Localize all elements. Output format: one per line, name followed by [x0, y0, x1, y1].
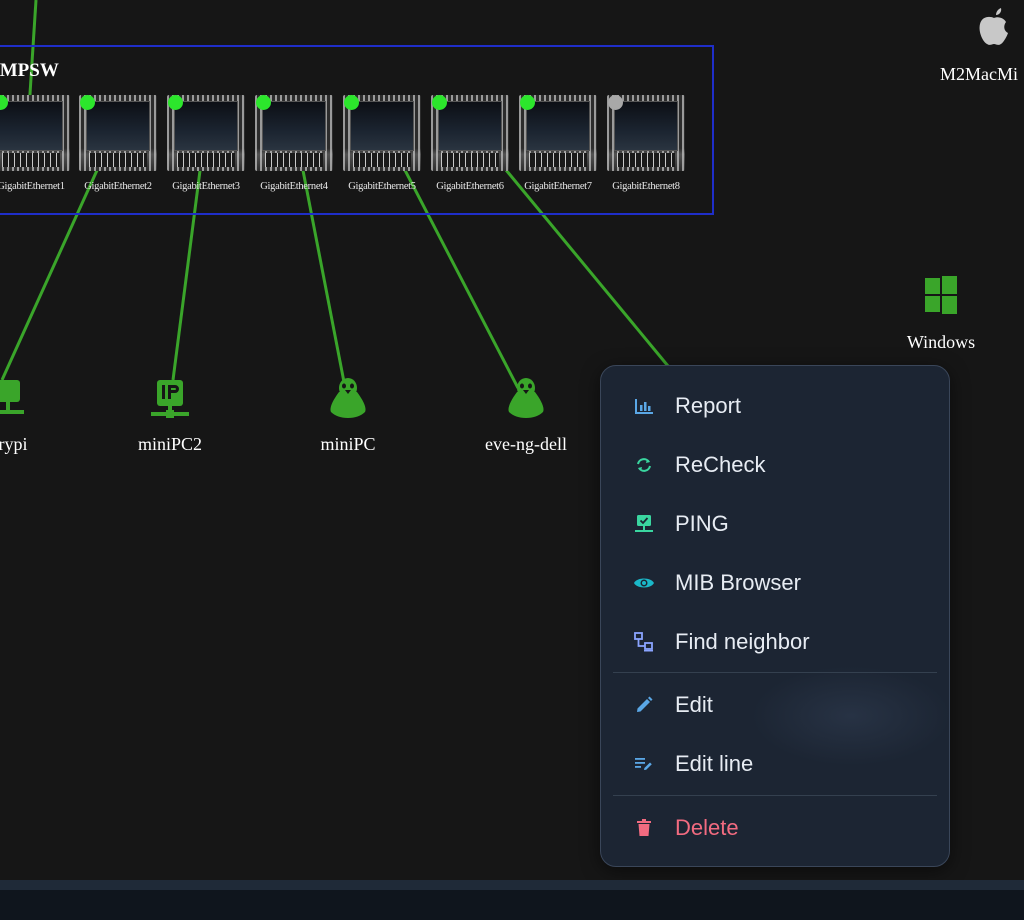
port-gi6[interactable]: GigabitEthernet6 [431, 95, 509, 195]
port-status-led [520, 95, 535, 110]
port-gi1[interactable]: GigabitEthernet1 [0, 95, 70, 195]
port-gi2[interactable]: GigabitEthernet2 [79, 95, 157, 195]
menu-item-label: Edit line [675, 751, 754, 776]
chart-bar-icon [633, 395, 655, 417]
bottom-panel-border [0, 880, 1024, 890]
port-gi3[interactable]: GigabitEthernet3 [167, 95, 245, 195]
node-label: M2MacMi [940, 64, 1018, 84]
menu-item-label: Delete [675, 815, 739, 840]
menu-item-find-neighbor[interactable]: Find neighbor [601, 617, 949, 667]
linux-penguin-icon [330, 378, 366, 418]
port-gi7[interactable]: GigabitEthernet7 [519, 95, 597, 195]
monitor-network-icon [0, 380, 24, 414]
ping-monitor-icon [633, 513, 655, 535]
node-label: miniPC2 [137, 434, 203, 454]
port-status-led [432, 95, 447, 110]
port-status-led [344, 95, 359, 110]
eye-icon [633, 572, 655, 594]
node-minipc[interactable]: miniPC [300, 376, 396, 455]
node-label: Windows [906, 332, 976, 352]
edit-line-icon [633, 753, 655, 775]
rj45-port-icon [0, 95, 70, 171]
menu-item-label: Find neighbor [675, 629, 810, 654]
refresh-icon [633, 454, 655, 476]
menu-item-edit[interactable]: Edit [601, 680, 949, 730]
node-label: miniPC [320, 434, 376, 454]
node-windows[interactable]: Windows [896, 276, 986, 353]
menu-item-label: Report [675, 393, 742, 418]
linux-penguin-icon [508, 378, 544, 418]
port-status-led [80, 95, 95, 110]
ip-network-icon [151, 380, 189, 418]
port-status-led [168, 95, 183, 110]
menu-item-recheck[interactable]: ReCheck [601, 440, 949, 490]
context-menu: Report ReCheck PING MIB Browser Find nei… [600, 365, 950, 867]
apple-icon [979, 8, 1008, 45]
port-gi8[interactable]: GigabitEthernet8 [607, 95, 685, 195]
port-label: GigabitEthernet7 [524, 181, 592, 192]
trash-icon [633, 817, 655, 839]
node-m2macmini[interactable]: M2MacMi [940, 4, 1024, 85]
menu-item-label: PING [675, 511, 729, 536]
menu-divider [613, 672, 937, 673]
windows-icon [925, 276, 957, 314]
port-label: GigabitEthernet1 [0, 181, 65, 192]
port-status-led [608, 95, 623, 110]
node-label: rrypi [0, 434, 28, 454]
port-label: GigabitEthernet2 [84, 181, 152, 192]
pencil-icon [633, 694, 655, 716]
menu-item-report[interactable]: Report [601, 381, 949, 431]
port-gi5[interactable]: GigabitEthernet5 [343, 95, 421, 195]
switch-title: NMPSW [0, 60, 59, 81]
menu-item-label: MIB Browser [675, 570, 801, 595]
node-raspberrypi[interactable]: rrypi [0, 378, 40, 455]
menu-item-label: Edit [675, 692, 713, 717]
lan-icon [633, 631, 655, 653]
node-label: eve-ng-dell [485, 434, 567, 454]
menu-divider [613, 795, 937, 796]
menu-item-edit-line[interactable]: Edit line [601, 739, 949, 789]
port-gi4[interactable]: GigabitEthernet4 [255, 95, 333, 195]
bottom-panel [0, 890, 1024, 920]
menu-item-ping[interactable]: PING [601, 499, 949, 549]
port-label: GigabitEthernet5 [348, 181, 416, 192]
port-label: GigabitEthernet4 [260, 181, 328, 192]
port-label: GigabitEthernet8 [612, 181, 680, 192]
menu-item-label: ReCheck [675, 452, 766, 477]
menu-item-delete[interactable]: Delete [601, 803, 949, 853]
port-status-led [256, 95, 271, 110]
port-label: GigabitEthernet3 [172, 181, 240, 192]
node-eve-ng-dell[interactable]: eve-ng-dell [470, 376, 582, 455]
menu-item-mib-browser[interactable]: MIB Browser [601, 558, 949, 608]
port-label: GigabitEthernet6 [436, 181, 504, 192]
node-minipc2[interactable]: miniPC2 [120, 378, 220, 455]
